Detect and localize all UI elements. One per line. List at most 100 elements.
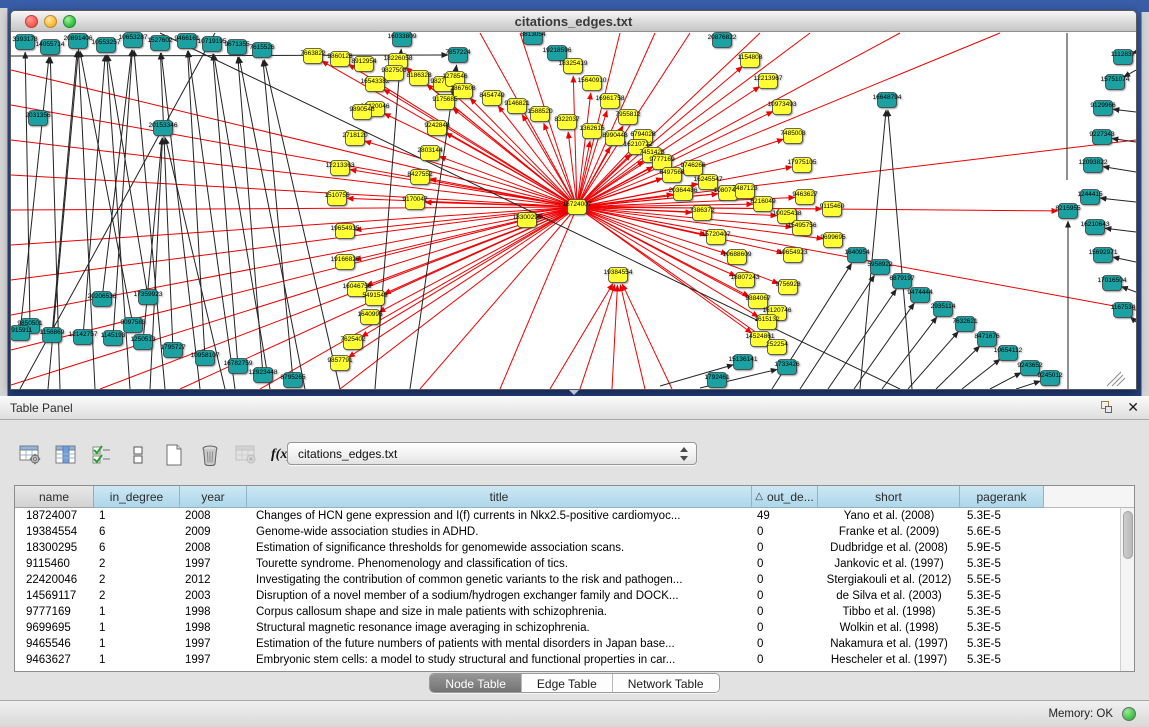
graph-node[interactable]: 8454749	[479, 91, 505, 106]
graph-node[interactable]: 7485003	[780, 129, 806, 144]
graph-node[interactable]: 9242848	[424, 121, 450, 136]
graph-node[interactable]: 10654112	[994, 346, 1023, 361]
table-row[interactable]: 1456911722003Disruption of a novel membe…	[15, 588, 1120, 604]
graph-node[interactable]: 18807243	[731, 273, 760, 288]
column-header-pagerank[interactable]: pagerank	[960, 486, 1044, 508]
graph-node[interactable]: 15692971	[1089, 248, 1118, 263]
graph-node[interactable]: 15136141	[729, 355, 758, 370]
graph-node[interactable]: 8322037	[554, 115, 580, 130]
graph-node[interactable]: 9466161	[174, 34, 200, 49]
column-header-title[interactable]: title	[247, 486, 752, 508]
graph-node[interactable]: 16210643	[1081, 220, 1110, 235]
graph-node[interactable]: 9890548	[349, 105, 375, 120]
graph-node[interactable]: 2803144	[417, 146, 443, 161]
row-height-icon[interactable]	[124, 441, 151, 469]
graph-node[interactable]: 10958107	[191, 351, 220, 366]
close-panel-icon[interactable]: ✕	[1127, 399, 1139, 416]
graph-node[interactable]: 8186328	[406, 71, 432, 86]
graph-node[interactable]: 1792461	[704, 373, 730, 388]
graph-node[interactable]: 1250513	[130, 335, 156, 350]
graph-node[interactable]: 16648794	[873, 93, 902, 108]
column-header-out_de[interactable]: △out_de...	[752, 486, 818, 508]
table-row[interactable]: 911546021997Tourette syndrome. Phenomeno…	[15, 556, 1120, 572]
graph-node[interactable]: 18325419	[559, 59, 588, 74]
resize-grip-icon[interactable]	[1107, 372, 1125, 386]
graph-node[interactable]: 12142757	[69, 330, 98, 345]
graph-node[interactable]: 7857224	[445, 48, 471, 63]
graph-node[interactable]: 2031356	[25, 111, 51, 126]
graph-node[interactable]: 8215955	[1055, 204, 1081, 219]
column-header-in_degree[interactable]: in_degree	[94, 486, 180, 508]
tab-node-table[interactable]: Node Table	[430, 674, 522, 693]
graph-node[interactable]: 20153346	[149, 121, 178, 136]
graph-node[interactable]: 3393178	[12, 35, 38, 50]
graph-node[interactable]: 15495756	[788, 221, 817, 236]
graph-node[interactable]: 7386372	[689, 206, 715, 221]
graph-node[interactable]: 17016504	[1098, 276, 1127, 291]
table-settings-icon[interactable]	[16, 441, 43, 469]
column-header-short[interactable]: short	[818, 486, 960, 508]
graph-node[interactable]: 7632621	[952, 317, 978, 332]
graph-node[interactable]: 9245012	[1037, 371, 1063, 386]
table-row[interactable]: 1872400712008Changes of HCN gene express…	[15, 508, 1120, 524]
graph-node[interactable]: 1795727	[160, 343, 186, 358]
graph-node[interactable]: 16961758	[596, 94, 625, 109]
graph-node[interactable]: 7955812	[615, 110, 641, 125]
graph-node[interactable]: 15720407	[702, 230, 731, 245]
graph-node[interactable]: 6497568	[659, 168, 685, 183]
graph-node[interactable]: 10653287	[119, 33, 148, 48]
graph-node[interactable]: 5491549	[362, 291, 388, 306]
graph-node[interactable]: 2935114	[931, 302, 956, 317]
graph-node[interactable]: 2718120	[342, 131, 368, 146]
graph-node[interactable]: 20206536	[88, 292, 117, 307]
graph-node[interactable]: 1167534	[1111, 303, 1136, 318]
graph-node[interactable]: 10688609	[723, 250, 752, 265]
tab-edge-table[interactable]: Edge Table	[522, 674, 613, 693]
table-row[interactable]: 946554611997Estimation of the future num…	[15, 636, 1120, 652]
graph-node[interactable]: 9227343	[1089, 130, 1115, 145]
graph-node[interactable]: 9097583	[120, 318, 146, 333]
column-header-year[interactable]: year	[180, 486, 247, 508]
graph-node[interactable]: 1640954	[844, 248, 870, 263]
graph-node[interactable]: 3915911	[11, 326, 33, 341]
graph-node[interactable]: 20876822	[708, 33, 737, 48]
graph-node[interactable]: 9175685	[432, 95, 458, 110]
graph-node[interactable]: 12213363	[326, 161, 355, 176]
table-row[interactable]: 1830029562008Estimation of significance …	[15, 540, 1120, 556]
graph-node[interactable]: 17359923	[134, 290, 163, 305]
graph-node[interactable]: 1527602	[147, 36, 173, 51]
graph-node[interactable]: 1733426	[774, 360, 800, 375]
graph-node[interactable]: 9146821	[504, 99, 530, 114]
splitter-collapse-handle[interactable]	[569, 390, 579, 395]
select-columns-icon[interactable]	[88, 441, 115, 469]
graph-node[interactable]: 10719195	[198, 37, 227, 52]
graph-node[interactable]: 8795265	[280, 373, 306, 388]
graph-node[interactable]: 5958922	[867, 260, 893, 275]
graph-node[interactable]: 1244415	[1077, 190, 1103, 205]
graph-node[interactable]: 10553257	[92, 38, 121, 53]
graph-node[interactable]: 9860128	[327, 52, 353, 67]
tab-network-table[interactable]: Network Table	[613, 674, 719, 693]
graph-node[interactable]: 19654935	[331, 224, 360, 239]
graph-node[interactable]: 9857791	[327, 356, 353, 371]
show-columns-icon[interactable]	[52, 441, 79, 469]
graph-node[interactable]: 8912954	[351, 57, 377, 72]
table-scrollbar[interactable]	[1120, 508, 1134, 671]
graph-node[interactable]: 7663822	[300, 49, 326, 64]
graph-node[interactable]: 19384554	[604, 268, 633, 283]
network-window-titlebar[interactable]: citations_edges.txt	[11, 11, 1136, 32]
graph-node[interactable]: 15640910	[578, 76, 607, 91]
graph-node[interactable]: 1588520	[527, 107, 553, 122]
graph-node[interactable]: 8813054	[520, 32, 546, 45]
graph-node[interactable]: 7615526	[249, 43, 275, 58]
delete-column-icon[interactable]	[196, 441, 223, 469]
scrollbar-thumb[interactable]	[1123, 511, 1133, 559]
graph-node[interactable]: 1510755	[324, 191, 350, 206]
graph-node[interactable]: 19166825	[331, 255, 360, 270]
graph-node[interactable]: 9115460	[820, 202, 845, 217]
graph-node[interactable]: 17975105	[788, 158, 817, 173]
graph-node[interactable]: 1156869	[40, 328, 65, 343]
graph-node[interactable]: 9170047	[402, 195, 428, 210]
graph-node[interactable]: 9474444	[907, 288, 933, 303]
table-row[interactable]: 969969511998Structural magnetic resonanc…	[15, 620, 1120, 636]
